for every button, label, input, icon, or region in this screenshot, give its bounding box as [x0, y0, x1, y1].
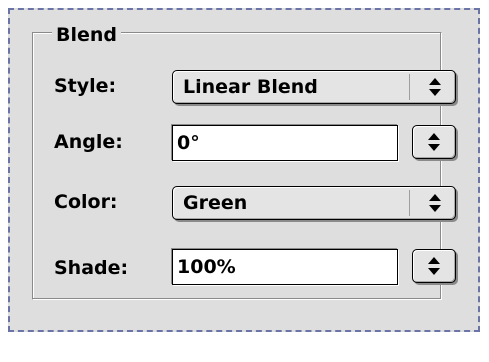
color-label: Color: [54, 191, 118, 213]
style-value: Linear Blend [183, 76, 318, 98]
shade-label: Shade: [54, 257, 129, 279]
angle-field[interactable]: 0° [172, 125, 398, 161]
updown-arrows-icon [415, 187, 455, 219]
updown-arrows-icon [415, 71, 455, 103]
popup-divider [409, 74, 410, 100]
angle-stepper[interactable] [412, 125, 456, 159]
color-popup[interactable]: Green [172, 186, 456, 220]
angle-value: 0° [177, 132, 200, 154]
updown-arrows-icon [428, 133, 440, 151]
shade-field[interactable]: 100% [172, 249, 398, 285]
style-popup[interactable]: Linear Blend [172, 70, 456, 104]
angle-label: Angle: [54, 131, 123, 153]
style-label: Style: [54, 75, 117, 97]
shade-value: 100% [177, 256, 236, 278]
updown-arrows-icon [428, 257, 440, 275]
blend-group-title: Blend [52, 24, 122, 46]
shade-stepper[interactable] [412, 249, 456, 283]
popup-divider [409, 190, 410, 216]
color-value: Green [183, 192, 248, 214]
